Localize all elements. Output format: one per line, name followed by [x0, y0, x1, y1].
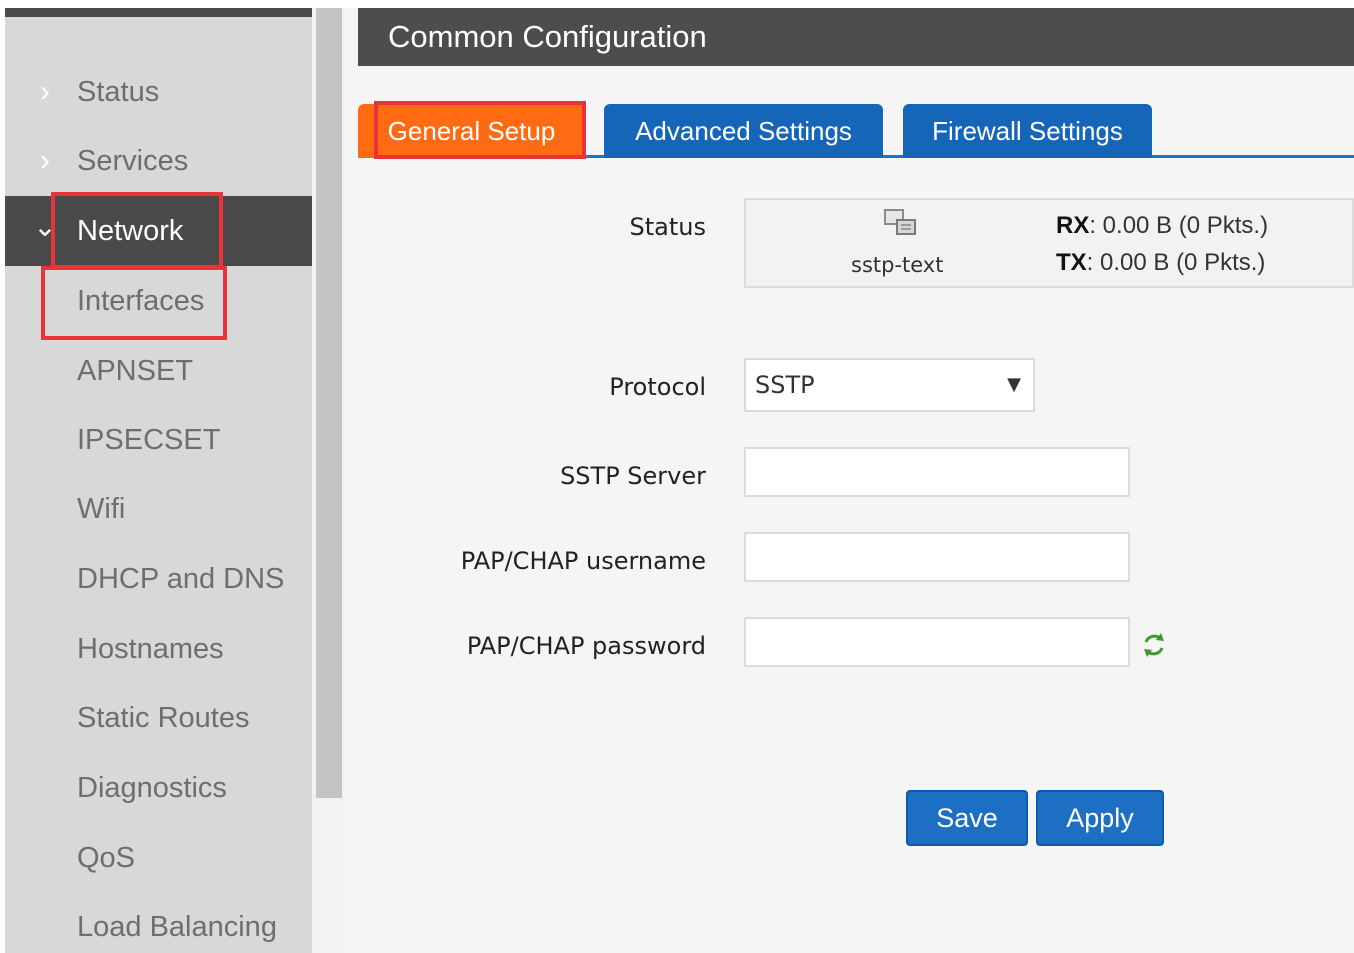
- sidebar-subitem-wifi[interactable]: Wifi: [5, 474, 312, 544]
- apply-button[interactable]: Apply: [1036, 790, 1164, 846]
- sidebar-item-label: QoS: [77, 841, 136, 874]
- sidebar-subitem-apnset[interactable]: APNSET: [5, 336, 312, 406]
- sstp-server-label: SSTP Server: [560, 462, 706, 490]
- sidebar: › Status › Services ⌄ Network Interfaces…: [5, 8, 312, 953]
- sidebar-item-label: Network: [77, 214, 184, 247]
- protocol-select[interactable]: SSTP ▼: [744, 358, 1035, 412]
- rx-value: : 0.00 B (0 Pkts.): [1089, 212, 1269, 239]
- password-input[interactable]: [744, 617, 1130, 667]
- tx-label: TX: [1056, 249, 1087, 276]
- tx-stats: TX: 0.00 B (0 Pkts.): [1056, 249, 1265, 277]
- chevron-right-icon: ›: [40, 75, 50, 108]
- username-input[interactable]: [744, 532, 1130, 582]
- tab-general-setup[interactable]: General Setup: [358, 104, 585, 158]
- chevron-right-icon: ›: [40, 144, 50, 177]
- sidebar-scrollbar-thumb[interactable]: [316, 8, 342, 798]
- sidebar-subitem-hostnames[interactable]: Hostnames: [5, 614, 312, 684]
- tab-advanced-settings[interactable]: Advanced Settings: [604, 104, 883, 158]
- dropdown-arrow-icon: ▼: [1007, 374, 1021, 395]
- sidebar-subitem-qos[interactable]: QoS: [5, 823, 312, 893]
- sidebar-subitem-load-balancing[interactable]: Load Balancing: [5, 892, 312, 953]
- sidebar-item-label: Status: [77, 75, 160, 108]
- tab-firewall-settings[interactable]: Firewall Settings: [903, 104, 1152, 158]
- sidebar-item-label: Wifi: [77, 492, 126, 525]
- sidebar-subitem-ipsecset[interactable]: IPSECSET: [5, 405, 312, 475]
- sidebar-item-services[interactable]: › Services: [5, 126, 312, 196]
- main-content: Common Configuration General Setup Advan…: [344, 8, 1354, 953]
- network-interface-icon: [884, 209, 916, 235]
- sidebar-item-label: Diagnostics: [77, 771, 227, 804]
- protocol-value: SSTP: [755, 371, 815, 399]
- username-label: PAP/CHAP username: [460, 547, 706, 575]
- save-button[interactable]: Save: [906, 790, 1028, 846]
- sstp-server-input[interactable]: [744, 447, 1130, 497]
- sidebar-subitem-interfaces[interactable]: Interfaces: [5, 266, 312, 336]
- reveal-password-icon[interactable]: [1141, 630, 1167, 660]
- page-title: Common Configuration: [358, 8, 1354, 66]
- status-box: sstp-text RX: 0.00 B (0 Pkts.) TX: 0.00 …: [744, 198, 1354, 288]
- rx-stats: RX: 0.00 B (0 Pkts.): [1056, 212, 1268, 240]
- rx-label: RX: [1056, 212, 1090, 239]
- sidebar-item-label: Interfaces: [77, 284, 205, 317]
- sidebar-item-label: DHCP and DNS: [77, 562, 285, 595]
- chevron-down-icon: ⌄: [33, 211, 57, 242]
- sidebar-top-bar: [5, 8, 312, 17]
- sidebar-item-label: Services: [77, 144, 189, 177]
- tx-value: : 0.00 B (0 Pkts.): [1086, 249, 1266, 276]
- protocol-label: Protocol: [609, 373, 706, 401]
- sidebar-item-label: Hostnames: [77, 632, 224, 665]
- status-label: Status: [629, 213, 706, 241]
- interface-name: sstp-text: [851, 253, 944, 277]
- sidebar-item-label: APNSET: [77, 354, 194, 387]
- sidebar-item-label: Static Routes: [77, 701, 250, 734]
- sidebar-item-network[interactable]: ⌄ Network: [5, 196, 312, 266]
- sidebar-subitem-dhcp-dns[interactable]: DHCP and DNS: [5, 544, 312, 614]
- password-label: PAP/CHAP password: [466, 632, 706, 660]
- sidebar-item-label: Load Balancing: [77, 910, 277, 943]
- sidebar-item-status[interactable]: › Status: [5, 57, 312, 127]
- sidebar-subitem-diagnostics[interactable]: Diagnostics: [5, 753, 312, 823]
- sidebar-item-label: IPSECSET: [77, 423, 221, 456]
- sidebar-subitem-static-routes[interactable]: Static Routes: [5, 683, 312, 753]
